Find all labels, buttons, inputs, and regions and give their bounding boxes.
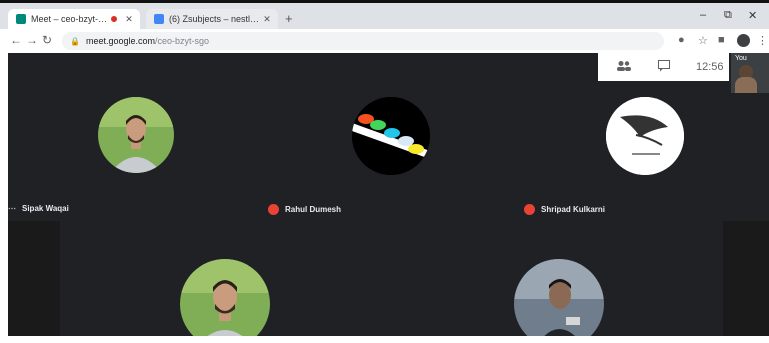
tab-title: (6) Zsubjects – nestlable/demo… (169, 14, 261, 24)
url-host: meet.google.com (85, 36, 156, 46)
tab-title: Meet – ceo-bzyt-sgo (31, 14, 111, 24)
participant-avatar-1 (98, 97, 174, 173)
tab-second[interactable]: (6) Zsubjects – nestlable/demo… ✕ (146, 9, 278, 29)
forward-arrow-icon[interactable]: → (26, 33, 38, 47)
camera-icon[interactable]: ● (678, 34, 685, 46)
meeting-details-panel: 12:56 (598, 53, 729, 81)
browser-toolbar: ← → ↻ 🔒 meet.google.com /ceo-bzyt-sgo ● … (0, 29, 769, 53)
participant-name-text: Sipak Waqai (22, 204, 69, 213)
participant-tile-avatar-2 (514, 259, 604, 336)
minimize-button[interactable]: – (700, 9, 706, 21)
url-path: /ceo-bzyt-sgo (155, 36, 210, 46)
tile-gap-left (8, 221, 60, 336)
recording-indicator-icon (111, 16, 117, 22)
self-view-tile[interactable]: You (731, 53, 769, 93)
tile-gap-right (723, 221, 769, 336)
close-tab-icon[interactable]: ✕ (123, 14, 135, 25)
address-bar[interactable]: 🔒 meet.google.com /ceo-bzyt-sgo (62, 32, 664, 50)
close-window-button[interactable]: ✕ (748, 9, 757, 22)
mic-off-icon (524, 204, 535, 215)
people-icon[interactable] (616, 60, 632, 75)
close-tab-icon[interactable]: ✕ (261, 14, 273, 25)
participant-avatar-3 (606, 97, 684, 175)
self-view-body (735, 77, 757, 93)
meet-favicon-icon (16, 14, 26, 24)
extensions-icon[interactable]: ■ (718, 34, 725, 46)
star-icon[interactable]: ☆ (698, 34, 708, 47)
participant-tile-avatar-1 (180, 259, 270, 336)
participant-name-3: Shripad Kulkarni (524, 204, 605, 215)
self-view-label: You (735, 55, 747, 62)
chat-icon[interactable] (658, 59, 670, 75)
reload-icon[interactable]: ↻ (42, 33, 52, 47)
meeting-clock: 12:56 (696, 61, 724, 73)
page-favicon-icon (154, 14, 164, 24)
profile-avatar[interactable] (737, 34, 750, 47)
participant-avatar-2 (352, 97, 430, 175)
participant-name-text: Rahul Dumesh (285, 205, 342, 214)
menu-kebab-icon[interactable]: ⋮ (757, 34, 768, 47)
participant-name-1: ⋯ Sipak Waqai (8, 204, 69, 213)
lock-icon: 🔒 (70, 36, 80, 46)
tab-meet[interactable]: Meet – ceo-bzyt-sgo ✕ (8, 9, 140, 29)
maximize-button[interactable]: ⧉ (724, 9, 732, 22)
meet-stage: 12:56 You ⋯ Sipak Waqai Rahul Dumesh Shr… (8, 53, 769, 336)
tab-strip: Meet – ceo-bzyt-sgo ✕ (6) Zsubjects – ne… (0, 3, 769, 29)
participant-name-text: Shripad Kulkarni (541, 205, 606, 214)
participant-name-2: Rahul Dumesh (268, 204, 341, 215)
more-options-icon[interactable]: ⋯ (8, 204, 16, 213)
mic-off-icon (268, 204, 279, 215)
back-arrow-icon[interactable]: ← (10, 33, 22, 47)
new-tab-button[interactable]: + (285, 11, 293, 26)
